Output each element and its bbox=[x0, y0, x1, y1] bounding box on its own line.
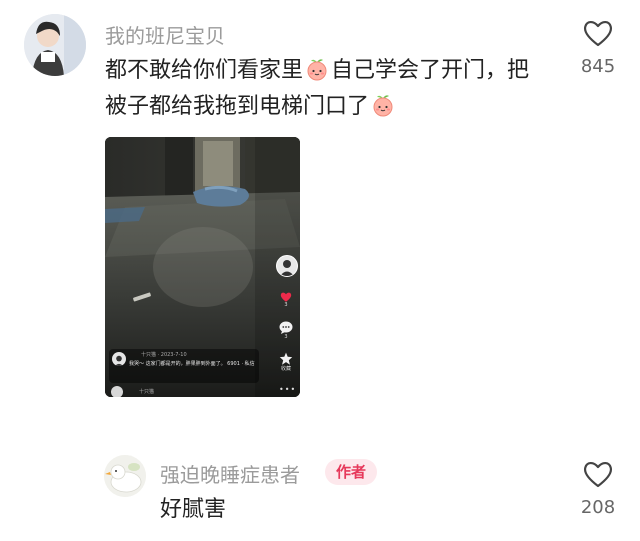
comment-text: 好腻害 bbox=[160, 497, 227, 522]
video-like-count: 3 bbox=[284, 302, 288, 308]
avatar[interactable] bbox=[104, 455, 146, 497]
video-comment-overlay: 十只猫 · 2023-7-10 我哭～ 这家门都是开的，胖果胖到外面了。 690… bbox=[109, 349, 259, 383]
video-favorite-label: 收藏 bbox=[280, 366, 291, 372]
video-like-button[interactable] bbox=[279, 288, 293, 302]
overlay-avatar bbox=[112, 352, 126, 366]
comment-username[interactable]: 强迫晚睡症患者 bbox=[160, 459, 300, 488]
comment-username[interactable]: 我的班尼宝贝 bbox=[105, 20, 225, 49]
like-count: 845 bbox=[580, 56, 616, 77]
peach-emoji-icon bbox=[371, 93, 395, 117]
creator-avatar[interactable] bbox=[276, 255, 298, 277]
comment-bubble-icon bbox=[279, 321, 293, 334]
overlay-meta: 十只猫 · 2023-7-10 bbox=[141, 352, 187, 358]
like-button[interactable] bbox=[582, 459, 614, 489]
author-badge: 作者 bbox=[325, 459, 377, 485]
video-favorite-button[interactable] bbox=[279, 350, 293, 365]
more-icon[interactable]: ••• bbox=[279, 386, 296, 394]
comment-text-segment: 被子都给我拖到电梯门口了 bbox=[105, 94, 370, 119]
like-button[interactable] bbox=[582, 18, 614, 48]
comment-text-segment: 自己学会了开门，把 bbox=[331, 58, 530, 83]
avatar[interactable] bbox=[24, 14, 86, 76]
video-comment-count: 3 bbox=[284, 334, 288, 340]
overlay-text: 我哭～ 这家门都是开的，胖果胖到外面了。 6901 · 私信 bbox=[129, 361, 255, 367]
comment-text: 都不敢给你们看家里 自己学会了开门，把 被子都给我拖到电梯门口了 bbox=[105, 53, 565, 125]
next-overlay-avatar bbox=[111, 386, 123, 397]
comment-text-segment: 都不敢给你们看家里 bbox=[105, 58, 304, 83]
like-count: 208 bbox=[580, 497, 616, 518]
heart-outline-icon bbox=[584, 461, 612, 488]
next-overlay-meta: 十只猫 bbox=[139, 389, 155, 395]
star-icon bbox=[279, 352, 293, 365]
video-comment-button[interactable] bbox=[279, 319, 293, 334]
heart-outline-icon bbox=[584, 20, 612, 47]
peach-emoji-icon bbox=[305, 57, 329, 81]
video-thumbnail[interactable]: 3 3 收藏 ••• 十只猫 · 2023-7-10 我哭～ 这家门都是开的，胖… bbox=[105, 137, 300, 397]
